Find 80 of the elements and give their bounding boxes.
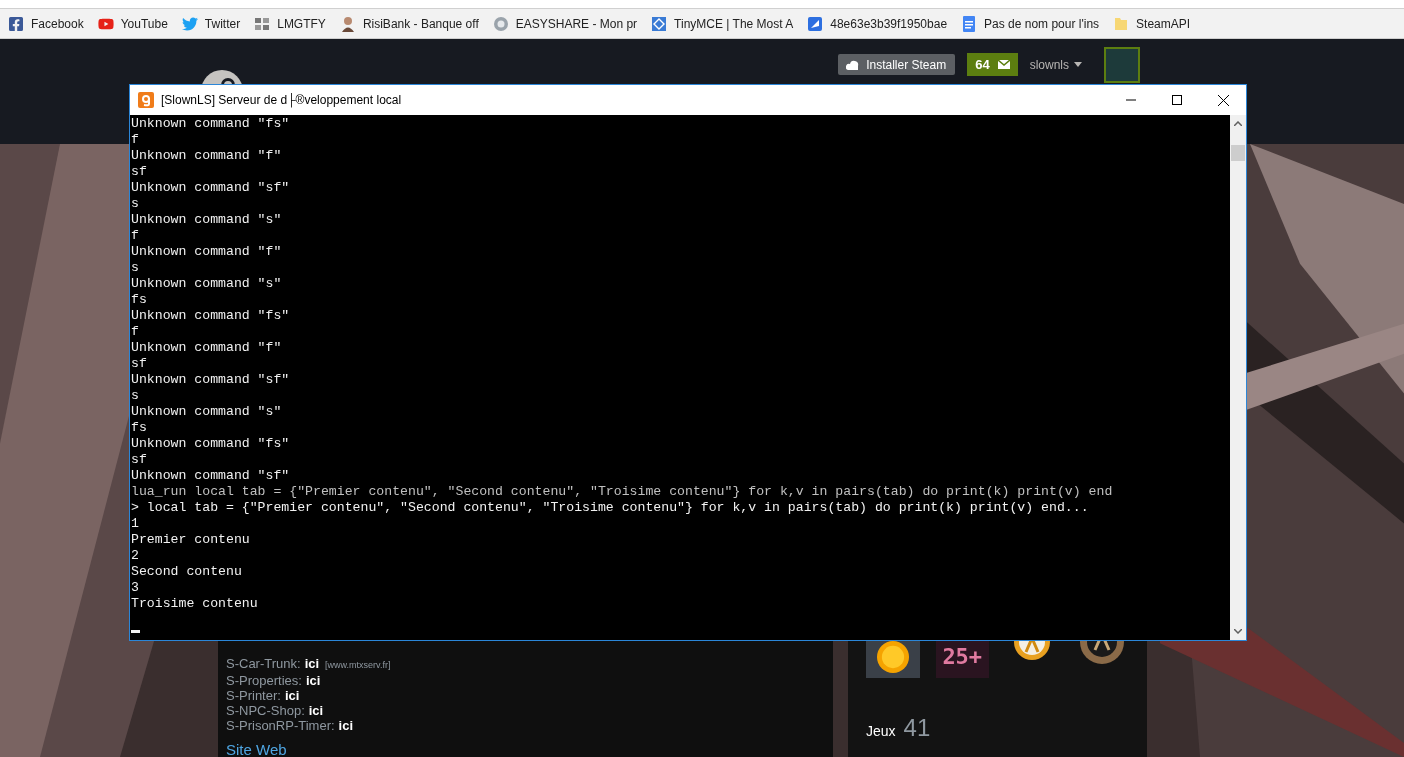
console-line: Unknown command "fs" <box>131 308 291 324</box>
console-line: Unknown command "f" <box>131 340 283 356</box>
console-line: 2 <box>131 548 140 564</box>
plugin-link[interactable]: ici <box>304 656 320 671</box>
console-line: sf <box>131 356 148 372</box>
console-line: Unknown command "s" <box>131 276 283 292</box>
games-count: 41 <box>903 714 931 742</box>
console-line: Unknown command "sf" <box>131 372 291 388</box>
scroll-thumb[interactable] <box>1231 145 1245 161</box>
chevron-up-icon <box>1234 121 1242 126</box>
console-line: Unknown command "f" <box>131 244 283 260</box>
bird-icon <box>181 15 198 32</box>
console-line: lua_run local tab = {"Premier contenu", "Second contenu", "Troisime contenu"} for k,v in pairs(tab) do print(k) print(v) end <box>131 484 1114 500</box>
console-line: f <box>131 228 140 244</box>
bookmark-link[interactable]: YouTube <box>97 15 168 32</box>
console-line: Unknown command "s" <box>131 212 283 228</box>
bookmark-link[interactable]: RisiBank - Banque off <box>339 15 479 32</box>
bookmark-link[interactable]: Pas de nom pour l'ins <box>961 15 1100 32</box>
sync-icon <box>492 15 509 32</box>
folder-icon <box>1113 15 1130 32</box>
close-icon <box>1217 94 1229 106</box>
app-icon <box>138 92 154 108</box>
envelope-icon <box>997 60 1010 69</box>
bookmark-link[interactable]: TinyMCE | The Most A <box>651 15 794 32</box>
plugin-link[interactable]: ici <box>308 703 324 718</box>
download-icon <box>846 58 861 71</box>
install-steam-button[interactable]: Installer Steam <box>838 54 956 75</box>
plugin-link[interactable]: ici <box>284 688 300 703</box>
facebook-icon <box>8 15 24 32</box>
plugin-link[interactable]: ici <box>305 673 321 688</box>
bookmark-link[interactable]: LMGTFY <box>254 15 326 32</box>
console-line: Unknown command "sf" <box>131 180 291 196</box>
coin-icon <box>876 641 909 673</box>
console-line: Unknown command "sf" <box>131 468 291 484</box>
person-icon <box>339 15 356 32</box>
console-line: Troisime contenu <box>131 596 259 612</box>
grid-icon <box>254 15 271 32</box>
console-line: fs <box>131 292 148 308</box>
section-heading: Site Web <box>226 742 288 757</box>
plugin-name: S-Properties: <box>226 673 302 688</box>
bookmark-link[interactable]: Twitter <box>181 15 241 32</box>
console-line: s <box>131 388 140 404</box>
notifications-button[interactable]: 64 <box>967 53 1018 76</box>
console-line: f <box>131 132 140 148</box>
caret-icon <box>1074 62 1082 67</box>
window-title: [SlownLS] Serveur de d├®veloppement local <box>161 93 402 107</box>
document-icon <box>961 15 978 32</box>
chevron-down-icon <box>1234 629 1242 634</box>
plugin-name: S-PrisonRP-Timer: <box>226 718 335 733</box>
games-label: Jeux <box>866 723 896 739</box>
user-menu[interactable]: slownls <box>1029 57 1092 72</box>
plugin-link[interactable]: ici <box>338 718 354 733</box>
console-line: s <box>131 196 140 212</box>
console-line: Premier contenu <box>131 532 251 548</box>
scrollbar[interactable] <box>1230 115 1246 640</box>
console-line: sf <box>131 452 148 468</box>
console-line: > local tab = {"Premier contenu", "Second contenu", "Troisime contenu"} for k,v in pairs(tab) do print(k) print(v) end... <box>131 500 1090 516</box>
console-line: sf <box>131 164 148 180</box>
plugin-name: S-NPC-Shop: <box>226 703 305 718</box>
console-line: Unknown command "fs" <box>131 116 291 132</box>
plugin-name: S-Printer: <box>226 688 281 703</box>
diamond-icon <box>651 15 668 32</box>
console-line: 3 <box>131 580 140 596</box>
console-line: f <box>131 324 140 340</box>
avatar[interactable] <box>1104 47 1140 83</box>
bookmark-link[interactable]: Facebook <box>8 15 84 32</box>
console-line: Unknown command "f" <box>131 148 283 164</box>
maximize-icon <box>1172 95 1182 105</box>
console-line: Unknown command "fs" <box>131 436 291 452</box>
text-cursor <box>131 630 140 633</box>
console-line: Unknown command "s" <box>131 404 283 420</box>
bookmark-link[interactable]: 48e63e3b39f1950bae <box>807 15 948 32</box>
console-line: fs <box>131 420 148 436</box>
bookmark-link[interactable]: SteamAPI <box>1113 15 1191 32</box>
console-line: s <box>131 260 140 276</box>
console-line: 1 <box>131 516 140 532</box>
bookmark-link[interactable]: EASYSHARE - Mon pr <box>492 15 638 32</box>
host-note: [www.mtxserv.fr] <box>325 659 391 672</box>
plugin-name: S-Car-Trunk: <box>226 656 301 671</box>
console-line: Second contenu <box>131 564 243 580</box>
